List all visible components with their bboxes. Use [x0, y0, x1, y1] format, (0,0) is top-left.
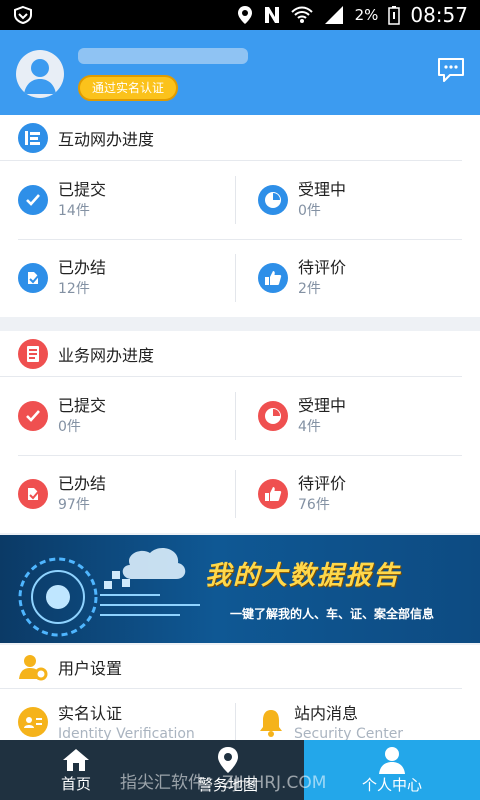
- business-submitted[interactable]: 已提交 0件: [0, 377, 240, 455]
- site-messages-item[interactable]: 站内消息 Security Center: [258, 703, 403, 743]
- shield-icon: [14, 5, 32, 25]
- status-count: 76件: [298, 497, 330, 513]
- user-silhouette-icon: [24, 59, 56, 94]
- watermark: 指尖汇软件：ZJHHRJ.COM: [120, 773, 327, 793]
- status-label: 待评价: [298, 258, 347, 277]
- user-icon: [379, 746, 405, 774]
- setting-label: 实名认证: [58, 704, 123, 723]
- status-label: 已提交: [58, 396, 107, 415]
- tab-label: 首页: [60, 774, 91, 793]
- progress-pie-icon: [258, 185, 288, 215]
- signal-icon: [324, 6, 343, 24]
- interactive-finished[interactable]: 已办结 12件: [0, 239, 240, 317]
- business-to-evaluate[interactable]: 待评价 76件: [240, 455, 480, 533]
- status-count: 0件: [298, 203, 321, 219]
- status-count: 14件: [58, 203, 90, 219]
- message-button[interactable]: [436, 56, 466, 84]
- business-progress-header: 业务网办进度: [0, 331, 462, 377]
- setting-label: 站内消息: [294, 704, 359, 723]
- bell-icon: [260, 710, 282, 737]
- id-card-icon: [18, 707, 48, 737]
- banner-subtitle: 一键了解我的人、车、证、案全部信息: [230, 607, 435, 621]
- chat-icon: [438, 58, 464, 82]
- interactive-to-evaluate[interactable]: 待评价 2件: [240, 239, 480, 317]
- user-settings-icon: [18, 652, 48, 682]
- banner-title: 我的大数据报告: [205, 561, 402, 591]
- status-label: 受理中: [298, 396, 347, 415]
- divider: [235, 470, 236, 518]
- user-settings-card: 用户设置 实名认证 Identity Verification 站内消息 Secur…: [0, 645, 480, 745]
- business-progress-card: 业务网办进度 已提交 0件 受理中 4件 已办结 97件 待评价 76件: [0, 331, 480, 533]
- status-count: 0件: [58, 419, 81, 435]
- wifi-icon: [290, 6, 313, 23]
- finished-icon: [18, 263, 48, 293]
- status-bar: 2% 08:57: [0, 0, 480, 30]
- tab-personal-center[interactable]: 个人中心: [304, 740, 480, 800]
- status-label: 待评价: [298, 474, 347, 493]
- finished-icon: [18, 479, 48, 509]
- status-count: 97件: [58, 497, 90, 513]
- identity-verification-item[interactable]: 实名认证 Identity Verification: [18, 703, 195, 743]
- location-icon: [237, 6, 252, 24]
- status-label: 已提交: [58, 180, 107, 199]
- battery-icon: [388, 6, 401, 25]
- nfc-icon: [264, 7, 279, 23]
- home-icon: [63, 748, 89, 771]
- verified-badge: 通过实名认证: [78, 75, 179, 101]
- divider: [235, 176, 236, 224]
- card-title: 用户设置: [58, 658, 123, 678]
- status-label: 受理中: [298, 180, 347, 199]
- thumbs-up-icon: [258, 263, 288, 293]
- status-label: 已办结: [58, 474, 107, 493]
- interactive-submitted[interactable]: 已提交 14件: [0, 161, 240, 239]
- business-finished[interactable]: 已办结 97件: [0, 455, 240, 533]
- business-processing[interactable]: 受理中 4件: [240, 377, 480, 455]
- check-icon: [18, 185, 48, 215]
- tech-circuit-graphic: [18, 548, 200, 637]
- interactive-progress-card: 互动网办进度 已提交 14件 受理中 0件 已办结 12件 待评价 2件: [0, 115, 480, 317]
- username-blurred: [78, 48, 248, 64]
- divider: [235, 254, 236, 302]
- check-icon: [18, 401, 48, 431]
- list-icon: [18, 122, 48, 153]
- avatar[interactable]: [16, 50, 64, 98]
- card-title: 互动网办进度: [58, 129, 155, 149]
- interactive-progress-header: 互动网办进度: [0, 115, 462, 161]
- progress-pie-icon: [258, 401, 288, 431]
- document-icon: [18, 338, 48, 369]
- clock: 08:57: [410, 3, 468, 27]
- status-count: 12件: [58, 281, 90, 297]
- big-data-report-banner[interactable]: 我的大数据报告 一键了解我的人、车、证、案全部信息: [0, 535, 480, 643]
- divider: [235, 703, 236, 743]
- interactive-processing[interactable]: 受理中 0件: [240, 161, 480, 239]
- profile-header: 通过实名认证: [0, 30, 480, 115]
- tab-label: 个人中心: [361, 775, 422, 794]
- user-settings-header: 用户设置: [0, 645, 462, 689]
- status-count: 2件: [298, 281, 321, 297]
- status-count: 4件: [298, 419, 321, 435]
- status-label: 已办结: [58, 258, 107, 277]
- divider: [235, 392, 236, 440]
- card-title: 业务网办进度: [58, 345, 155, 365]
- thumbs-up-icon: [258, 479, 288, 509]
- battery-percent: 2%: [354, 6, 379, 24]
